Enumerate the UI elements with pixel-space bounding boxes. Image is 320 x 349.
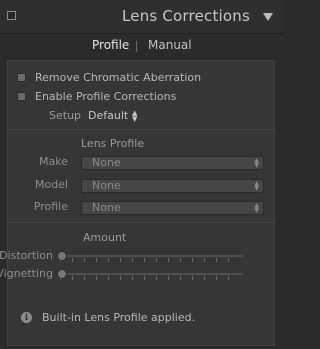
profile-label: Profile xyxy=(33,200,68,213)
remove-chromatic-aberration-checkbox[interactable] xyxy=(17,73,26,82)
panel-title: Lens Corrections xyxy=(121,7,250,25)
make-dropdown-arrows-icon: ▲ ▼ xyxy=(254,157,259,169)
enable-profile-corrections-checkbox[interactable] xyxy=(17,92,26,101)
distortion-label: Distortion xyxy=(0,249,53,262)
section-divider xyxy=(8,222,274,223)
profile-dropdown[interactable]: None ▲ ▼ xyxy=(81,201,264,215)
panel-toggle-switch[interactable] xyxy=(7,11,16,20)
panel-header[interactable]: Lens Corrections xyxy=(0,0,283,34)
distortion-slider-thumb[interactable] xyxy=(57,251,67,261)
tab-separator xyxy=(136,41,137,52)
section-divider xyxy=(8,129,274,130)
lens-corrections-panel: Remove Chromatic Aberration Enable Profi… xyxy=(0,60,275,346)
model-dropdown[interactable]: None ▲ ▼ xyxy=(81,179,264,193)
distortion-slider-ticks xyxy=(60,258,240,262)
model-label: Model xyxy=(34,178,68,191)
amount-heading: Amount xyxy=(83,231,127,244)
setup-stepper-icon[interactable]: ▲ ▼ xyxy=(132,110,137,123)
info-icon: i xyxy=(21,312,32,323)
enable-profile-corrections-label: Enable Profile Corrections xyxy=(35,90,177,103)
profile-dropdown-arrows-icon: ▲ ▼ xyxy=(254,202,259,214)
vignetting-label: Vignetting xyxy=(0,267,53,280)
make-dropdown[interactable]: None ▲ ▼ xyxy=(81,156,264,170)
vignetting-slider-thumb[interactable] xyxy=(57,269,67,279)
distortion-slider-track[interactable] xyxy=(57,255,243,257)
collapse-triangle-icon[interactable] xyxy=(263,13,273,21)
vignetting-slider-track[interactable] xyxy=(57,273,243,275)
tab-manual[interactable]: Manual xyxy=(148,38,192,52)
make-value: None xyxy=(92,156,121,169)
model-value: None xyxy=(92,179,121,192)
profile-value: None xyxy=(92,201,121,214)
lens-profile-heading: Lens Profile xyxy=(81,137,145,150)
model-dropdown-arrows-icon: ▲ ▼ xyxy=(254,180,259,192)
remove-chromatic-aberration-label: Remove Chromatic Aberration xyxy=(35,71,202,84)
vignetting-slider-ticks xyxy=(60,276,240,280)
make-label: Make xyxy=(39,155,68,168)
setup-dropdown[interactable]: Default xyxy=(88,109,128,122)
status-message: Built-in Lens Profile applied. xyxy=(42,311,196,324)
setup-label: Setup xyxy=(49,109,82,122)
tab-profile[interactable]: Profile xyxy=(92,38,129,52)
tab-bar: Profile Manual xyxy=(0,38,283,56)
